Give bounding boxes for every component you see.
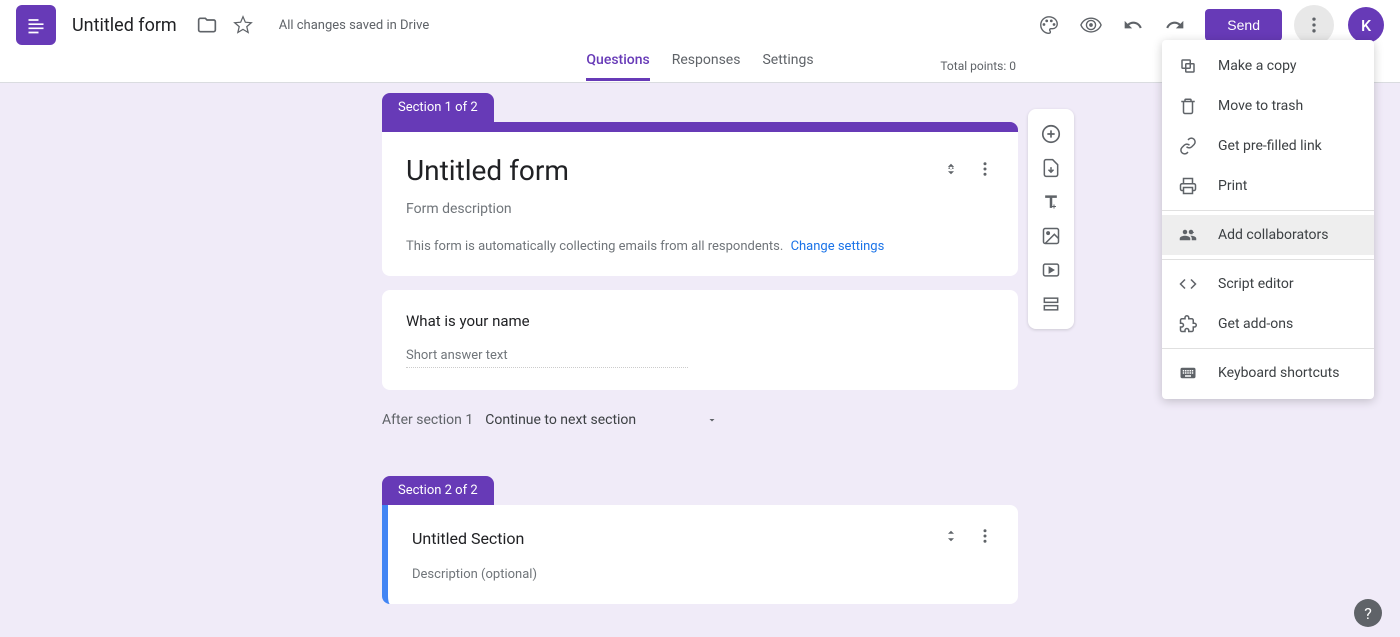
people-icon bbox=[1178, 225, 1198, 245]
menu-move-trash[interactable]: Move to trash bbox=[1162, 86, 1374, 126]
auto-collect-notice: This form is automatically collecting em… bbox=[406, 239, 994, 254]
chevron-down-icon bbox=[706, 414, 718, 426]
card-more-icon[interactable] bbox=[976, 527, 994, 549]
section1-tab: Section 1 of 2 bbox=[382, 93, 494, 122]
section2-card[interactable]: Untitled Section Description (optional) bbox=[382, 505, 1018, 604]
save-status: All changes saved in Drive bbox=[279, 18, 430, 33]
menu-label: Move to trash bbox=[1218, 98, 1303, 114]
tab-responses[interactable]: Responses bbox=[672, 52, 741, 81]
print-icon bbox=[1178, 176, 1198, 196]
preview-icon[interactable] bbox=[1073, 7, 1109, 43]
after-section-label: After section 1 bbox=[382, 412, 473, 428]
add-image-icon[interactable] bbox=[1033, 219, 1069, 253]
forms-logo[interactable] bbox=[16, 5, 56, 45]
section2-title[interactable]: Untitled Section bbox=[412, 529, 524, 548]
menu-print[interactable]: Print bbox=[1162, 166, 1374, 206]
menu-script-editor[interactable]: Script editor bbox=[1162, 264, 1374, 304]
tab-settings[interactable]: Settings bbox=[762, 52, 813, 81]
trash-icon bbox=[1178, 96, 1198, 116]
section2-description[interactable]: Description (optional) bbox=[412, 567, 994, 582]
question-card[interactable]: What is your name Short answer text bbox=[382, 290, 1018, 390]
menu-separator bbox=[1162, 210, 1374, 211]
continue-label: Continue to next section bbox=[485, 412, 636, 428]
section2-tab: Section 2 of 2 bbox=[382, 476, 494, 505]
form-main-title[interactable]: Untitled form bbox=[406, 154, 569, 187]
menu-keyboard-shortcuts[interactable]: Keyboard shortcuts bbox=[1162, 353, 1374, 393]
redo-icon[interactable] bbox=[1157, 7, 1193, 43]
more-menu-button[interactable] bbox=[1294, 5, 1334, 45]
palette-icon[interactable] bbox=[1031, 7, 1067, 43]
change-settings-link[interactable]: Change settings bbox=[791, 239, 885, 254]
addon-icon bbox=[1178, 314, 1198, 334]
keyboard-icon bbox=[1178, 363, 1198, 383]
menu-label: Script editor bbox=[1218, 276, 1294, 292]
tab-questions[interactable]: Questions bbox=[586, 52, 649, 81]
import-questions-icon[interactable] bbox=[1033, 151, 1069, 185]
copy-icon bbox=[1178, 56, 1198, 76]
add-section-icon[interactable] bbox=[1033, 287, 1069, 321]
send-button[interactable]: Send bbox=[1205, 9, 1282, 41]
menu-label: Add collaborators bbox=[1218, 227, 1328, 243]
menu-label: Print bbox=[1218, 178, 1247, 194]
side-toolbar bbox=[1028, 109, 1074, 329]
undo-icon[interactable] bbox=[1115, 7, 1151, 43]
menu-prefilled-link[interactable]: Get pre-filled link bbox=[1162, 126, 1374, 166]
form-header-card[interactable]: Untitled form Form description This form… bbox=[382, 122, 1018, 276]
link-icon bbox=[1178, 136, 1198, 156]
menu-label: Make a copy bbox=[1218, 58, 1297, 74]
auto-collect-text: This form is automatically collecting em… bbox=[406, 239, 783, 254]
menu-separator bbox=[1162, 348, 1374, 349]
form-description[interactable]: Form description bbox=[406, 201, 994, 217]
content: Section 1 of 2 Untitled form Form descri… bbox=[382, 93, 1018, 604]
collapse-icon[interactable] bbox=[942, 160, 960, 182]
avatar[interactable]: K bbox=[1348, 7, 1384, 43]
short-answer-placeholder: Short answer text bbox=[406, 348, 688, 368]
menu-get-addons[interactable]: Get add-ons bbox=[1162, 304, 1374, 344]
after-section-row: After section 1 Continue to next section bbox=[382, 412, 1018, 428]
collapse-icon[interactable] bbox=[942, 527, 960, 549]
menu-add-collaborators[interactable]: Add collaborators bbox=[1162, 215, 1374, 255]
menu-separator bbox=[1162, 259, 1374, 260]
total-points: Total points: 0 bbox=[940, 59, 1016, 73]
help-button[interactable]: ? bbox=[1354, 599, 1382, 627]
add-question-icon[interactable] bbox=[1033, 117, 1069, 151]
folder-icon[interactable] bbox=[189, 7, 225, 43]
menu-make-copy[interactable]: Make a copy bbox=[1162, 46, 1374, 86]
menu-label: Get pre-filled link bbox=[1218, 138, 1322, 154]
star-icon[interactable] bbox=[225, 7, 261, 43]
menu-label: Keyboard shortcuts bbox=[1218, 365, 1339, 381]
continue-select[interactable]: Continue to next section bbox=[485, 412, 718, 428]
card-more-icon[interactable] bbox=[976, 160, 994, 182]
more-menu-popup: Make a copy Move to trash Get pre-filled… bbox=[1162, 40, 1374, 399]
form-title[interactable]: Untitled form bbox=[72, 15, 177, 36]
section2-wrap: Section 2 of 2 Untitled Section Descript… bbox=[382, 476, 1018, 604]
menu-label: Get add-ons bbox=[1218, 316, 1293, 332]
question-text[interactable]: What is your name bbox=[406, 312, 994, 330]
add-title-icon[interactable] bbox=[1033, 185, 1069, 219]
add-video-icon[interactable] bbox=[1033, 253, 1069, 287]
code-icon bbox=[1178, 274, 1198, 294]
